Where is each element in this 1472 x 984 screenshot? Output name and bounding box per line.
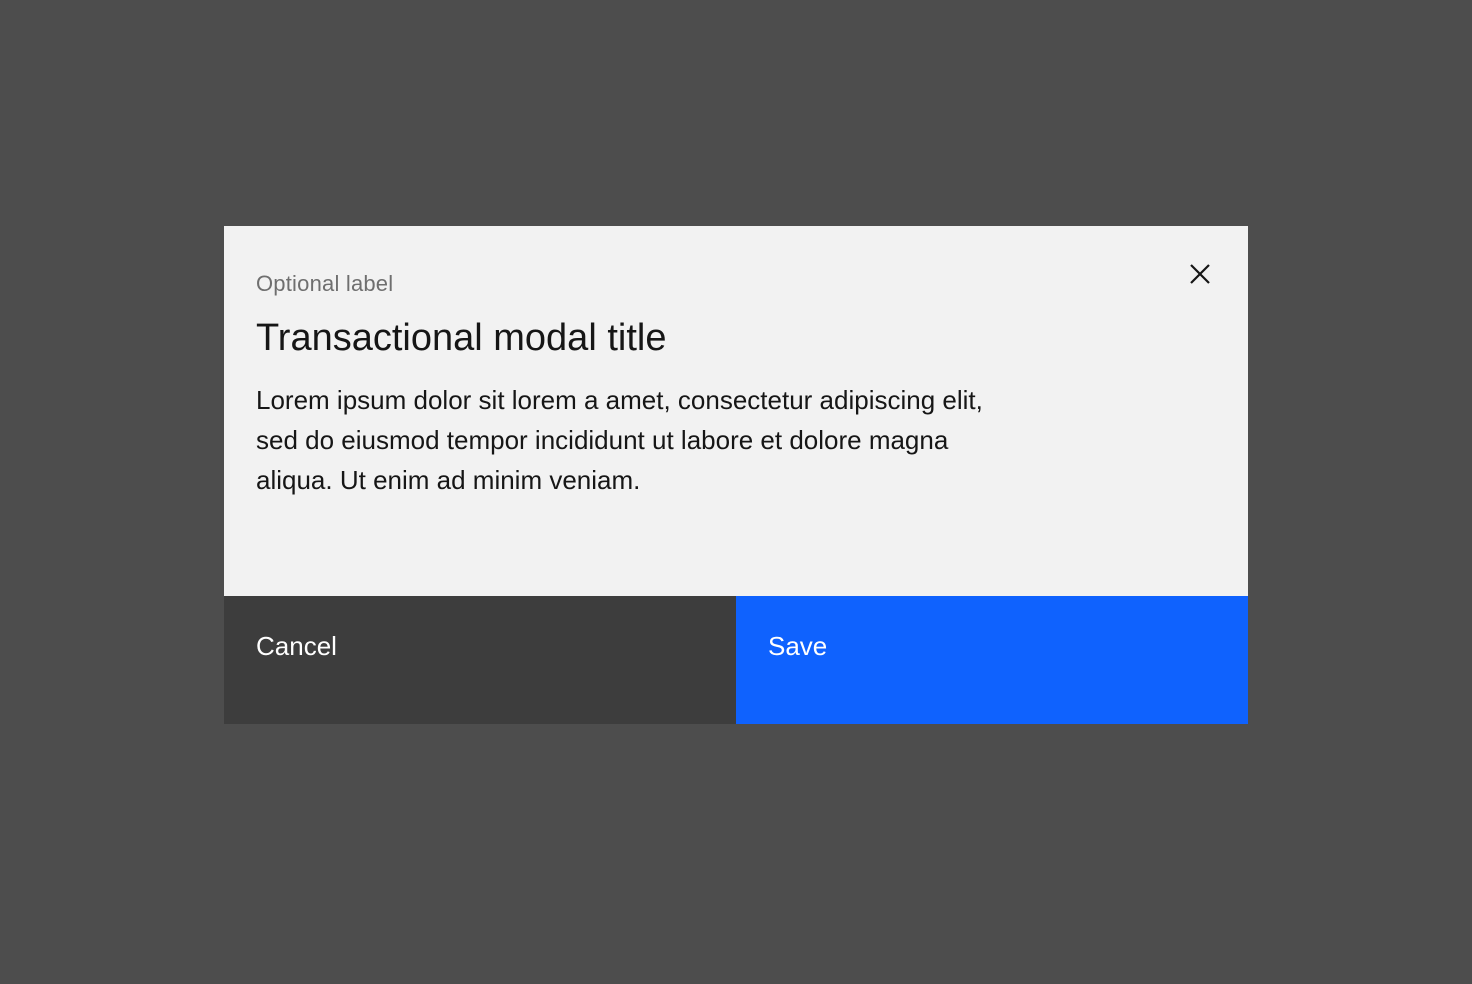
modal-title: Transactional modal title [256, 317, 667, 359]
modal-body: Optional label Transactional modal title… [224, 226, 1248, 596]
close-icon [1190, 264, 1210, 284]
close-button[interactable] [1176, 250, 1224, 298]
transactional-modal: Optional label Transactional modal title… [224, 226, 1248, 724]
cancel-button[interactable]: Cancel [224, 596, 736, 724]
save-button[interactable]: Save [736, 596, 1248, 724]
cancel-button-label: Cancel [256, 631, 337, 661]
save-button-label: Save [768, 631, 828, 661]
modal-body-text: Lorem ipsum dolor sit lorem a amet, cons… [256, 385, 983, 495]
modal-optional-label: Optional label [256, 271, 394, 296]
modal-footer: Cancel Save [224, 596, 1248, 724]
